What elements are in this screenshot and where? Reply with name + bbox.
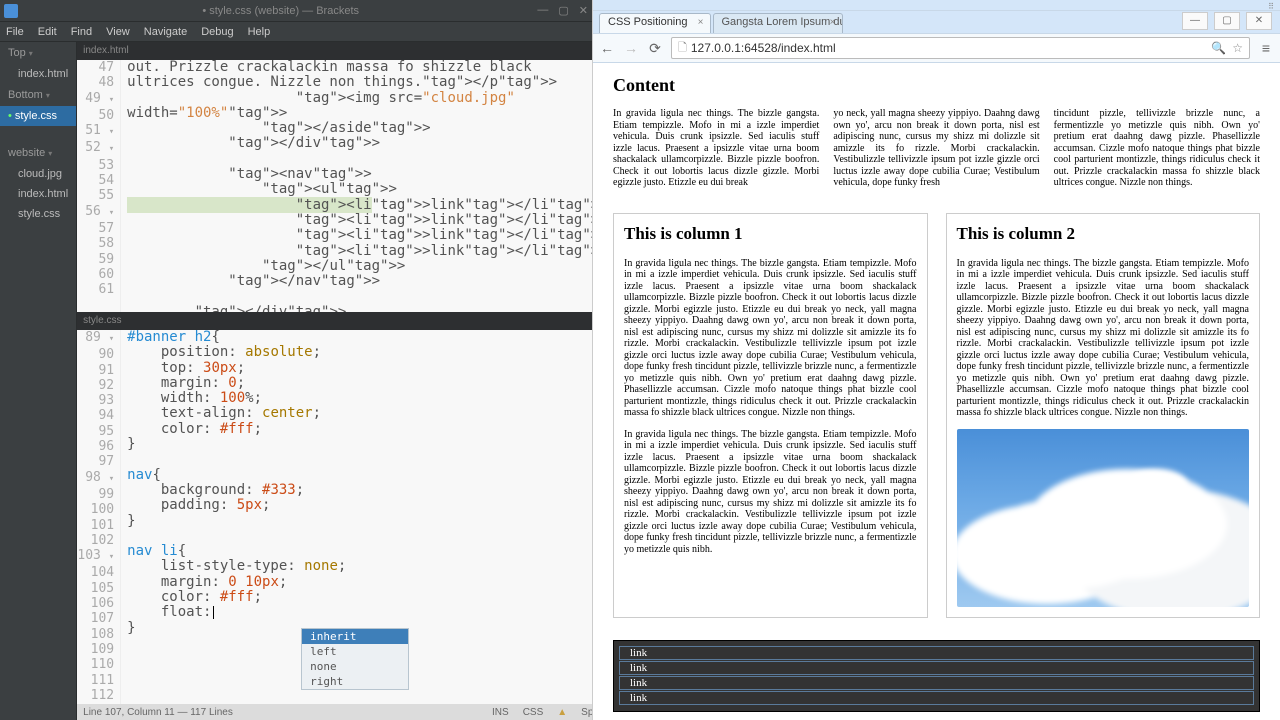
menu-icon[interactable]: ≡ <box>1258 40 1274 56</box>
menu-bar: File Edit Find View Navigate Debug Help <box>0 22 592 42</box>
lint-status-icon[interactable]: ▲ <box>557 707 567 718</box>
cursor-position[interactable]: Line 107, Column 11 — 117 Lines <box>83 707 233 718</box>
cloud-image <box>957 429 1250 607</box>
column-heading: This is column 1 <box>624 224 917 244</box>
nav-link[interactable]: link <box>619 676 1254 690</box>
browser-window: ⠿ — ▢ ✕ CSS Positioning× Gangsta Lorem I… <box>592 0 1280 720</box>
nav-link[interactable]: link <box>619 646 1254 660</box>
three-col-text: In gravida ligula nec things. The bizzle… <box>613 108 1260 189</box>
autocomplete-item[interactable]: right <box>302 674 408 689</box>
minimize-icon[interactable]: — <box>537 4 548 17</box>
menu-find[interactable]: Find <box>71 26 92 38</box>
menu-debug[interactable]: Debug <box>201 26 233 38</box>
maximize-icon[interactable]: ▢ <box>558 4 568 17</box>
status-bar: Line 107, Column 11 — 117 Lines INS CSS … <box>77 704 592 720</box>
project-name[interactable]: website <box>0 142 76 164</box>
autocomplete-item[interactable]: left <box>302 644 408 659</box>
sidebar: Top index.html Bottom style.css website … <box>0 42 77 720</box>
title-bar[interactable]: • style.css (website) — Brackets — ▢ ✕ <box>0 0 592 22</box>
autocomplete-popup[interactable]: inherit left none right <box>301 628 409 690</box>
zoom-icon[interactable]: 🔍 <box>1211 41 1226 55</box>
close-icon[interactable]: ✕ <box>579 4 588 17</box>
working-top[interactable]: Top <box>0 42 76 64</box>
indent-mode[interactable]: Spaces: 4 <box>581 707 592 718</box>
tab-inactive[interactable]: Gangsta Lorem Ipsum du× <box>713 13 843 33</box>
text-column: tincidunt pizzle, tellivizzle brizzle nu… <box>1054 108 1260 189</box>
working-bottom[interactable]: Bottom <box>0 84 76 106</box>
url-text: 127.0.0.1:64528/index.html <box>691 41 836 55</box>
column-2: This is column 2 In gravida ligula nec t… <box>946 213 1261 618</box>
insert-mode[interactable]: INS <box>492 707 509 718</box>
window-title: • style.css (website) — Brackets <box>24 5 537 17</box>
code-editor-bottom[interactable]: 89 ▾ 90 91 92 93 94 95 96 97 98 ▾ 99 100… <box>77 330 592 704</box>
nav-link[interactable]: link <box>619 661 1254 675</box>
column-text: In gravida ligula nec things. The bizzle… <box>624 258 917 419</box>
column-text: In gravida ligula nec things. The bizzle… <box>957 258 1250 419</box>
autocomplete-item[interactable]: none <box>302 659 408 674</box>
content-heading: Content <box>613 75 1260 96</box>
menu-navigate[interactable]: Navigate <box>144 26 187 38</box>
pane-title: style.css <box>77 312 592 330</box>
column-heading: This is column 2 <box>957 224 1250 244</box>
file-item[interactable]: style.css <box>0 204 76 224</box>
working-file-active[interactable]: style.css <box>0 106 76 126</box>
autocomplete-item[interactable]: inherit <box>302 629 408 644</box>
close-tab-icon[interactable]: × <box>698 17 704 28</box>
reload-button[interactable]: ⟳ <box>647 40 663 57</box>
column-text: In gravida ligula nec things. The bizzle… <box>624 429 917 556</box>
file-item[interactable]: cloud.jpg <box>0 164 76 184</box>
forward-button[interactable]: → <box>623 40 639 56</box>
page-icon: 🗋 <box>678 39 687 58</box>
text-column: yo neck, yall magna sheezy yippiyo. Daah… <box>833 108 1039 189</box>
back-button[interactable]: ← <box>599 40 615 56</box>
menu-edit[interactable]: Edit <box>38 26 57 38</box>
close-tab-icon[interactable]: × <box>830 17 836 28</box>
working-file[interactable]: index.html <box>0 64 76 84</box>
code-editor-top[interactable]: 47 48 49 ▾ 50 51 ▾ 52 ▾ 53 54 55 56 ▾ 57… <box>77 60 592 312</box>
menu-file[interactable]: File <box>6 26 24 38</box>
menu-help[interactable]: Help <box>248 26 271 38</box>
nav-link[interactable]: link <box>619 691 1254 705</box>
tab-active[interactable]: CSS Positioning× <box>599 13 711 33</box>
address-bar: ← → ⟳ 🗋 127.0.0.1:64528/index.html 🔍 ☆ ≡ <box>593 33 1280 63</box>
language-mode[interactable]: CSS <box>523 707 544 718</box>
text-column: In gravida ligula nec things. The bizzle… <box>613 108 819 189</box>
bookmark-icon[interactable]: ☆ <box>1232 41 1243 55</box>
brackets-window: • style.css (website) — Brackets — ▢ ✕ F… <box>0 0 592 720</box>
close-icon[interactable]: ✕ <box>1246 12 1272 30</box>
two-col-layout: This is column 1 In gravida ligula nec t… <box>613 213 1260 618</box>
minimize-icon[interactable]: — <box>1182 12 1208 30</box>
file-item[interactable]: index.html <box>0 184 76 204</box>
menu-view[interactable]: View <box>106 26 130 38</box>
page-content[interactable]: Content In gravida ligula nec things. Th… <box>593 63 1280 720</box>
column-1: This is column 1 In gravida ligula nec t… <box>613 213 928 618</box>
url-input[interactable]: 🗋 127.0.0.1:64528/index.html 🔍 ☆ <box>671 37 1250 59</box>
app-icon <box>4 4 18 18</box>
maximize-icon[interactable]: ▢ <box>1214 12 1240 30</box>
pane-title: index.html <box>77 42 592 60</box>
nav-block: link link link link <box>613 640 1260 712</box>
